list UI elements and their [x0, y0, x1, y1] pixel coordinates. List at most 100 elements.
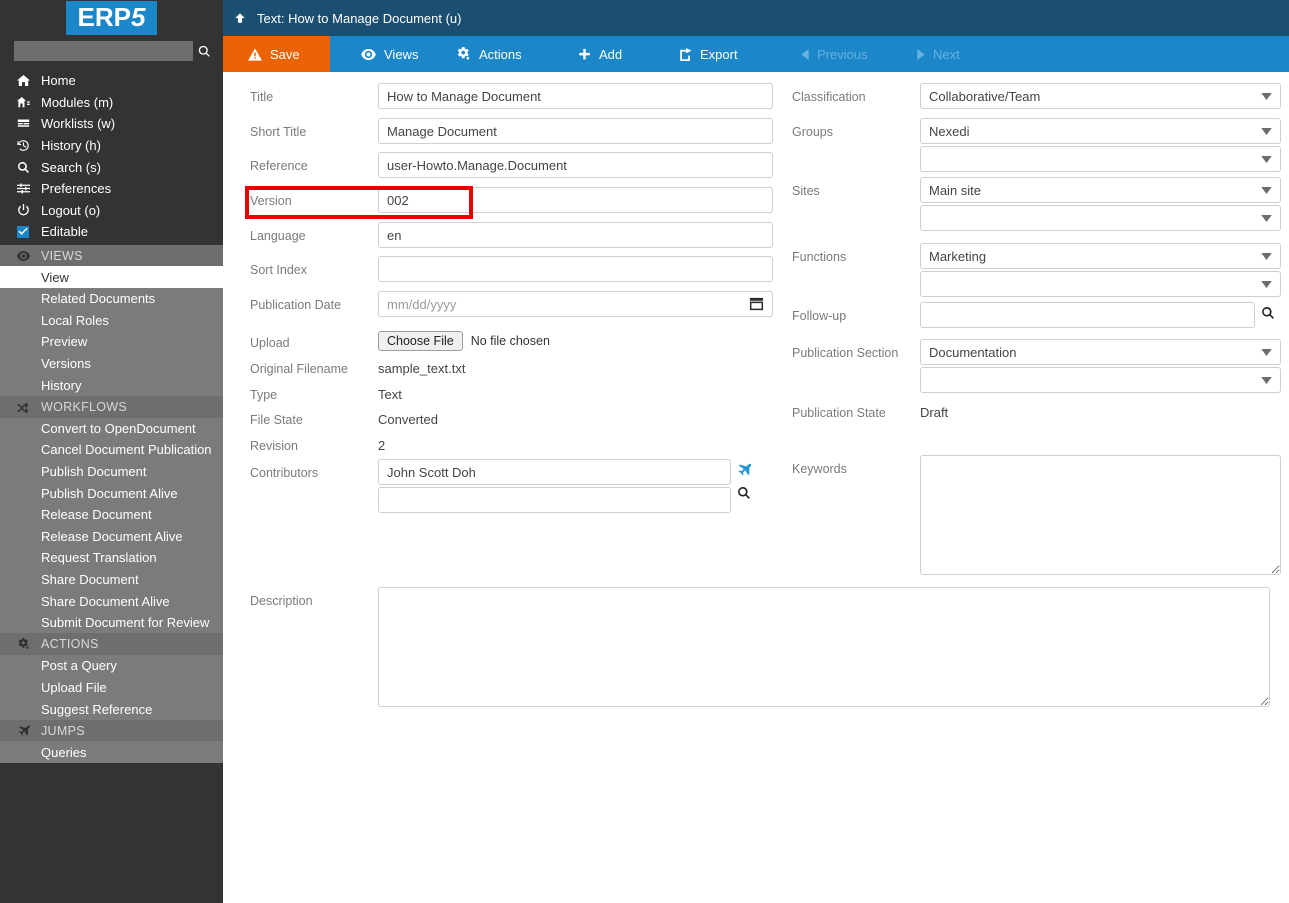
groups-select[interactable]: Nexedi: [920, 118, 1281, 144]
arrow-up-icon[interactable]: [223, 12, 257, 24]
sidebar-link-suggest-reference[interactable]: Suggest Reference: [0, 698, 223, 720]
sidebar-link-request-translation[interactable]: Request Translation: [0, 547, 223, 569]
field-sites: Sites Main site: [792, 177, 1281, 231]
sidebar-link-local-roles[interactable]: Local Roles: [0, 309, 223, 332]
sidebar-link-publish-document[interactable]: Publish Document: [0, 460, 223, 483]
sidebar-link-release-document-alive[interactable]: Release Document Alive: [0, 525, 223, 548]
save-button[interactable]: Save: [223, 36, 330, 72]
sidebar-link-versions[interactable]: Versions: [0, 352, 223, 375]
contributors-input[interactable]: [378, 459, 731, 485]
sidebar-link-release-document[interactable]: Release Document: [0, 503, 223, 526]
sidebar-item-preferences[interactable]: Preferences: [0, 178, 223, 200]
functions-select-secondary[interactable]: [920, 271, 1281, 297]
sidebar-link-convert-to-opendocument[interactable]: Convert to OpenDocument: [0, 417, 223, 440]
follow-up-input[interactable]: [920, 302, 1255, 328]
field-original-filename: Original Filename sample_text.txt: [250, 355, 773, 376]
sidebar-link-submit-document-for-review[interactable]: Submit Document for Review: [0, 611, 223, 634]
next-button-label: Next: [933, 46, 960, 62]
add-button-label: Add: [599, 46, 623, 62]
keywords-textarea[interactable]: [920, 455, 1281, 575]
search-icon: [10, 161, 36, 174]
sidebar-item-worklists[interactable]: Worklists (w): [0, 113, 223, 135]
menu-label: Upload File: [41, 679, 107, 695]
logo-suffix: 5: [131, 2, 146, 32]
classification-select[interactable]: Collaborative/Team: [920, 83, 1281, 109]
sidebar-search-row: [0, 38, 223, 64]
sidebar-link-related-documents[interactable]: Related Documents: [0, 287, 223, 310]
field-description: Description: [250, 587, 1289, 712]
sidebar-link-preview[interactable]: Preview: [0, 331, 223, 353]
menu-label: Related Documents: [41, 291, 156, 307]
publication-section-select-secondary[interactable]: [920, 367, 1281, 393]
sidebar-link-upload-file[interactable]: Upload File: [0, 676, 223, 699]
sidebar-search-input[interactable]: [14, 41, 193, 61]
sites-select-secondary[interactable]: [920, 205, 1281, 231]
sites-select[interactable]: Main site: [920, 177, 1281, 203]
export-button[interactable]: Export: [651, 36, 771, 72]
sidebar-link-view[interactable]: View: [0, 266, 223, 288]
search-icon[interactable]: [731, 477, 757, 500]
erp5-logo[interactable]: ERP5: [0, 0, 223, 36]
sidebar-link-share-document[interactable]: Share Document: [0, 568, 223, 591]
plane-icon[interactable]: [731, 459, 757, 477]
functions-select[interactable]: Marketing: [920, 243, 1281, 269]
contributors-search-input[interactable]: [378, 487, 731, 513]
sidebar-item-editable[interactable]: Editable: [0, 221, 223, 243]
views-button[interactable]: Views: [330, 36, 433, 72]
sidebar-link-publish-document-alive[interactable]: Publish Document Alive: [0, 482, 223, 504]
sidebar-link-queries[interactable]: Queries: [0, 741, 223, 763]
reference-input[interactable]: [378, 152, 773, 178]
field-label: Publication Section: [792, 346, 899, 360]
menu-label: Convert to OpenDocument: [41, 420, 196, 436]
modules-icon: [10, 96, 36, 109]
title-input[interactable]: [378, 83, 773, 109]
sidebar-item-modules[interactable]: Modules (m): [0, 92, 223, 114]
gear-icon: [10, 638, 36, 650]
sidebar-item-history[interactable]: History (h): [0, 135, 223, 157]
sidebar-item-home[interactable]: Home: [0, 70, 223, 92]
sidebar-link-history[interactable]: History: [0, 374, 223, 396]
sidebar-item-label: Worklists (w): [41, 116, 116, 132]
menu-label: Cancel Document Publication: [41, 442, 212, 458]
field-label: Description: [250, 594, 313, 608]
field-label: Follow-up: [792, 309, 847, 323]
sidebar-item-search[interactable]: Search (s): [0, 156, 223, 178]
sidebar-link-cancel-document-publication[interactable]: Cancel Document Publication: [0, 439, 223, 461]
search-icon[interactable]: [1255, 302, 1281, 320]
logo-text: ERP: [77, 2, 131, 32]
field-label: Original Filename: [250, 362, 348, 376]
field-publication-section: Publication Section Documentation: [792, 339, 1281, 393]
language-input[interactable]: [378, 222, 773, 248]
field-sort-index: Sort Index: [250, 256, 773, 282]
checkbox-checked-icon[interactable]: [10, 225, 36, 238]
field-file-state: File State Converted: [250, 406, 773, 427]
sidebar-link-share-document-alive[interactable]: Share Document Alive: [0, 590, 223, 612]
next-button[interactable]: Next: [889, 36, 999, 72]
sidebar-link-post-a-query[interactable]: Post a Query: [0, 655, 223, 677]
description-textarea[interactable]: [378, 587, 1270, 707]
search-icon[interactable]: [193, 41, 215, 61]
add-button[interactable]: Add: [543, 36, 651, 72]
file-status-label: No file chosen: [470, 334, 550, 348]
sort-index-input[interactable]: [378, 256, 773, 282]
sidebar-item-logout[interactable]: Logout (o): [0, 200, 223, 222]
menu-label: Post a Query: [41, 658, 117, 674]
sidebar-item-label: Editable: [41, 224, 88, 240]
publication-date-input[interactable]: [378, 291, 773, 317]
field-label: Keywords: [792, 462, 847, 476]
sidebar-section-actions: ACTIONS: [0, 633, 223, 656]
sidebar-section-workflows: WORKFLOWS: [0, 395, 223, 418]
publication-section-select[interactable]: Documentation: [920, 339, 1281, 365]
action-toolbar: Save Views Actions Add Export Previous N…: [223, 36, 1289, 72]
short-title-input[interactable]: [378, 118, 773, 144]
groups-select-secondary[interactable]: [920, 146, 1281, 172]
revision-value: 2: [378, 438, 386, 453]
field-short-title: Short Title: [250, 118, 773, 144]
choose-file-button[interactable]: Choose File: [378, 331, 463, 351]
sidebar-item-label: Preferences: [41, 181, 112, 197]
field-groups: Groups Nexedi: [792, 118, 1281, 172]
version-input[interactable]: [378, 187, 773, 213]
previous-button[interactable]: Previous: [771, 36, 889, 72]
actions-button[interactable]: Actions: [433, 36, 543, 72]
menu-label: Versions: [41, 356, 91, 372]
